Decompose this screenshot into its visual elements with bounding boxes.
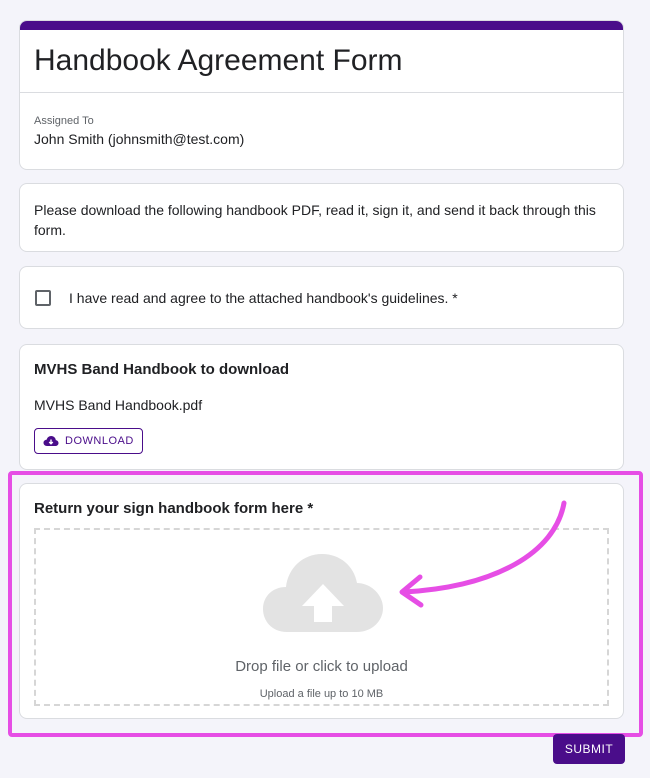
header-accent-bar xyxy=(20,21,623,30)
download-button-label: DOWNLOAD xyxy=(65,435,134,447)
instructions-text: Please download the following handbook P… xyxy=(34,202,596,238)
download-heading: MVHS Band Handbook to download xyxy=(34,361,289,378)
cloud-upload-icon xyxy=(263,554,383,632)
download-button[interactable]: DOWNLOAD xyxy=(34,428,143,454)
submit-button-label: SUBMIT xyxy=(564,742,614,756)
form-title: Handbook Agreement Form xyxy=(20,30,623,93)
download-card: MVHS Band Handbook to download MVHS Band… xyxy=(19,344,624,470)
submit-button[interactable]: SUBMIT xyxy=(553,734,625,764)
assigned-to-value: John Smith (johnsmith@test.com) xyxy=(34,131,245,147)
assigned-to-label: Assigned To xyxy=(34,115,94,127)
agreement-checkbox[interactable] xyxy=(35,289,51,306)
annotation-arrow-icon xyxy=(399,500,567,608)
cloud-download-icon xyxy=(43,436,59,446)
download-file-name: MVHS Band Handbook.pdf xyxy=(34,397,203,413)
agreement-card: I have read and agree to the attached ha… xyxy=(19,266,624,329)
form-header-card: Handbook Agreement Form Assigned To John… xyxy=(19,20,624,170)
dropzone-hint: Upload a file up to 10 MB xyxy=(259,688,384,700)
agreement-label: I have read and agree to the attached ha… xyxy=(69,289,458,306)
instructions-card: Please download the following handbook P… xyxy=(19,183,624,252)
dropzone-text: Drop file or click to upload xyxy=(235,658,408,675)
